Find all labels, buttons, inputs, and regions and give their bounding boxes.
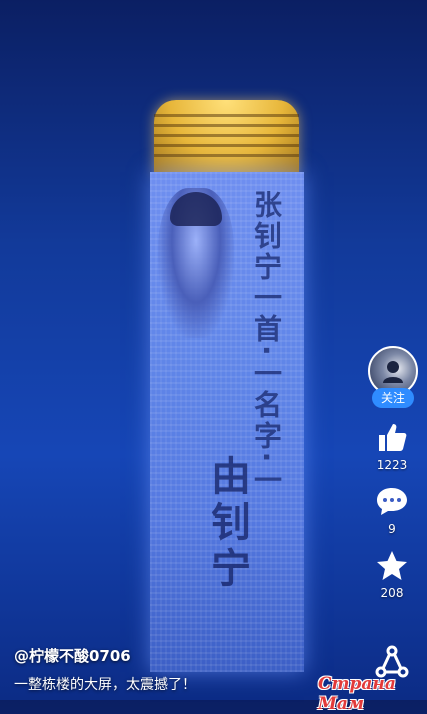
video-caption: @柠檬不酸0706 一整栋楼的大屏，太震撼了！: [14, 645, 196, 694]
building-crown: [154, 100, 299, 176]
site-watermark: Страна Мам: [318, 674, 396, 714]
author-handle[interactable]: @柠檬不酸0706: [14, 645, 196, 666]
action-sidebar: 关注 1223 9 208: [364, 346, 420, 600]
author-avatar-group: 关注: [368, 346, 418, 408]
like-action[interactable]: 1223: [364, 420, 420, 472]
follow-button[interactable]: 关注: [372, 388, 414, 408]
star-icon: [377, 551, 407, 580]
favorite-action[interactable]: 208: [364, 548, 420, 600]
video-frame[interactable]: 张钊宁一首·一名字·一 由钊宁: [0, 0, 427, 700]
comment-count: 9: [388, 522, 396, 536]
user-avatar-icon: [383, 361, 403, 383]
comment-bubble-icon: [377, 488, 407, 515]
thumbs-up-icon: [379, 424, 407, 451]
like-count: 1223: [376, 458, 408, 472]
screen-name-text: 由钊宁: [204, 455, 250, 593]
video-description: 一整栋楼的大屏，太震撼了！: [14, 677, 196, 693]
comment-action[interactable]: 9: [364, 484, 420, 536]
favorite-count: 208: [380, 586, 404, 600]
screen-vertical-text: 张钊宁一首·一名字·一: [250, 190, 283, 497]
screen-portrait-image: [158, 188, 234, 338]
